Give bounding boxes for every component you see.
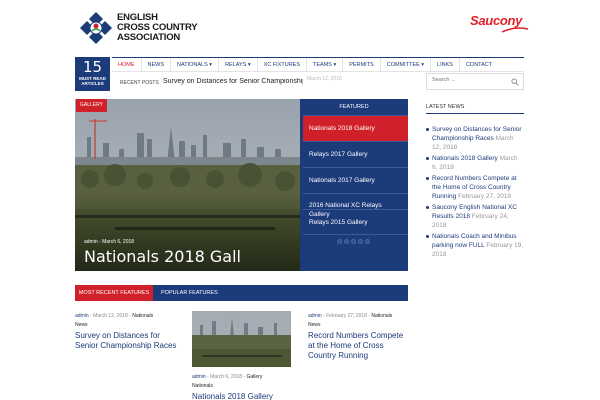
featured-heading: FEATURED <box>339 104 369 110</box>
latest-news-item[interactable]: Record Numbers Compete at the Home of Cr… <box>426 174 524 201</box>
latest-news-list: Survey on Distances for Senior Champions… <box>426 125 524 261</box>
article-category[interactable]: Gallery <box>247 374 263 380</box>
article-category[interactable]: News <box>75 322 88 328</box>
article-author[interactable]: admin <box>192 374 206 380</box>
slider-dot[interactable] <box>344 239 349 244</box>
nav-teams[interactable]: TEAMS ▾ <box>307 58 344 71</box>
article-thumbnail-image <box>192 311 291 367</box>
nav-permits[interactable]: PERMITS <box>343 58 381 71</box>
article-date: March 6, 2018 <box>210 374 243 380</box>
slider-dots <box>337 239 370 244</box>
hero-title[interactable]: Nationals 2018 Gallery <box>84 247 242 266</box>
featured-item[interactable]: Nationals 2017 Gallery <box>303 167 408 193</box>
sidebar-heading: LATEST NEWS <box>426 104 465 110</box>
featured-item[interactable]: Relays 2015 Gallery <box>303 209 408 235</box>
article-title[interactable]: Nationals 2018 Gallery <box>192 392 302 400</box>
hero-date: March 6, 2018 <box>102 239 135 245</box>
latest-news-item[interactable]: Survey on Distances for Senior Champions… <box>426 125 524 152</box>
article-category[interactable]: Nationals <box>371 313 392 319</box>
slider-dot[interactable] <box>351 239 356 244</box>
article-date: February 27, 2018 <box>326 313 367 319</box>
features-tabs: MOST RECENT FEATURES POPULAR FEATURES <box>75 285 408 301</box>
slider-dot[interactable] <box>337 239 342 244</box>
hero-slide[interactable] <box>75 99 300 271</box>
search-box <box>426 73 524 90</box>
nav-xc-fixtures[interactable]: XC FIXTURES <box>258 58 308 71</box>
recent-posts-label: RECENT POSTS <box>120 80 159 86</box>
slider-dot[interactable] <box>365 239 370 244</box>
search-input[interactable] <box>432 77 507 83</box>
article-meta: admin - March 6, 2018 - Gallery National… <box>192 373 292 391</box>
featured-item[interactable]: Nationals 2018 Gallery <box>303 115 408 141</box>
nav-nationals[interactable]: NATIONALS ▾ <box>171 58 220 71</box>
search-icon[interactable] <box>511 78 519 86</box>
latest-news-item[interactable]: Nationals 2018 Gallery March 6, 2018 <box>426 154 524 172</box>
nav-home[interactable]: HOME <box>112 58 142 71</box>
nav-contact[interactable]: CONTACT <box>460 58 498 71</box>
article-meta: admin - March 12, 2018 - Nationals News <box>75 312 175 330</box>
nav-news[interactable]: NEWS <box>142 58 171 71</box>
featured-list: FEATURED Nationals 2018 Gallery Relays 2… <box>300 99 408 271</box>
sponsor-swoosh-icon <box>501 27 529 33</box>
article-author[interactable]: admin <box>75 313 89 319</box>
article-title[interactable]: Survey on Distances for Senior Champions… <box>75 331 185 351</box>
logo-line-3: ASSOCIATION <box>117 32 181 43</box>
hero-meta: admin - March 6, 2018 <box>84 239 134 245</box>
article-meta: admin - February 27, 2018 - Nationals Ne… <box>308 312 408 330</box>
article-date: March 12, 2018 <box>93 313 128 319</box>
hero-image <box>75 99 300 271</box>
tab-popular[interactable]: POPULAR FEATURES <box>161 285 218 301</box>
must-read-label-2: ARTICLES <box>81 81 104 86</box>
hero-author[interactable]: admin <box>84 239 98 245</box>
latest-news-date: February 27, 2018 <box>458 193 512 200</box>
main-nav: HOME NEWS NATIONALS ▾ RELAYS ▾ XC FIXTUR… <box>112 57 524 72</box>
article-category[interactable]: Nationals <box>192 383 213 389</box>
association-logo-icon[interactable] <box>78 10 114 46</box>
slider-dot[interactable] <box>358 239 363 244</box>
latest-news-title[interactable]: Nationals 2018 Gallery <box>432 155 498 162</box>
must-read-count: 15 <box>82 58 103 76</box>
article-author[interactable]: admin <box>308 313 322 319</box>
article-thumbnail[interactable] <box>192 311 291 367</box>
article-title[interactable]: Record Numbers Compete at the Home of Cr… <box>308 331 408 361</box>
tab-most-recent[interactable]: MOST RECENT FEATURES <box>75 285 153 301</box>
sidebar-divider <box>426 113 524 114</box>
must-read-badge[interactable]: 15 MUST READ ARTICLES <box>75 57 110 91</box>
nav-links[interactable]: LINKS <box>431 58 460 71</box>
nav-relays[interactable]: RELAYS ▾ <box>219 58 258 71</box>
recent-posts-ticker: RECENT POSTS Survey on Distances for Sen… <box>112 76 422 90</box>
hero-category-tag[interactable]: GALLERY <box>76 99 107 112</box>
association-name[interactable]: ENGLISH CROSS COUNTRY ASSOCIATION <box>117 13 198 43</box>
recent-posts-link[interactable]: Survey on Distances for Senior Champions… <box>163 78 303 85</box>
nav-committee[interactable]: COMMITTEE ▾ <box>381 58 432 71</box>
featured-item[interactable]: Relays 2017 Gallery <box>303 141 408 167</box>
recent-posts-date: March 12, 2018 <box>307 76 342 82</box>
latest-news-item[interactable]: Saucony English National XC Results 2018… <box>426 203 524 230</box>
article-category[interactable]: News <box>308 322 321 328</box>
latest-news-item[interactable]: Nationals Coach and Minibus parking now … <box>426 232 524 259</box>
article-category[interactable]: Nationals <box>132 313 153 319</box>
